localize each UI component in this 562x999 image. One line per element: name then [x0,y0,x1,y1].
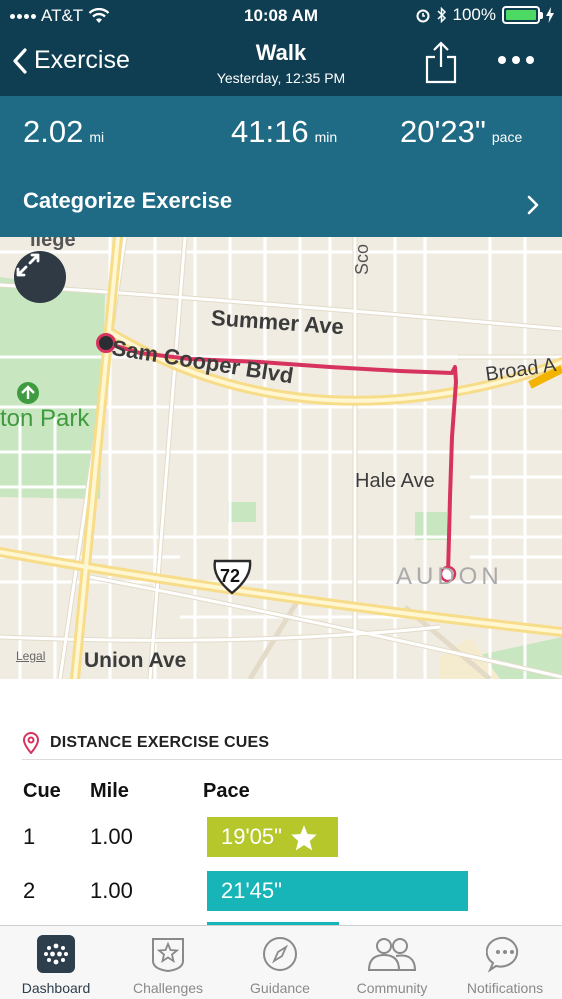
app-header: AT&T 10:08 AM 100% Exercise Walk Yesterd… [0,0,562,96]
community-icon [367,938,417,971]
page-subtitle: Yesterday, 12:35 PM [216,70,346,86]
map-label: Hale Ave [355,470,435,492]
map-label: AUDON [396,563,503,590]
cues-header: DISTANCE EXERCISE CUES [22,732,269,754]
tab-label: Community [356,980,428,996]
divider [22,759,562,760]
exercise-summary: 2.02 mi 41:16 min 20'23" pace Categorize… [0,96,562,237]
cue-number: 2 [23,878,36,903]
duration-stat: 41:16 min [231,114,337,150]
nav-bar: Exercise Walk Yesterday, 12:35 PM [0,34,562,94]
tab-label: Challenges [132,980,204,996]
tab-dashboard[interactable]: Dashboard [0,934,112,996]
compass-icon [263,937,297,971]
more-dot-icon [498,56,506,64]
tab-label: Guidance [250,980,310,996]
cues-title: DISTANCE EXERCISE CUES [50,734,270,751]
duration-value: 41:16 [231,114,309,149]
more-options-button[interactable] [498,56,534,64]
pace-value: 20'23" [400,114,486,149]
pace-unit: pace [491,129,523,145]
page-title: Walk [255,40,307,65]
battery-percent: 100% [452,5,496,24]
pace-value: 19'05" [221,824,282,849]
tab-notifications[interactable]: Notifications [449,934,561,996]
duration-unit: min [314,129,338,145]
tab-bar: Dashboard Challenges Guidance Community … [0,925,562,999]
categorize-exercise-row[interactable]: Categorize Exercise [0,172,562,232]
categorize-exercise-label: Categorize Exercise [23,188,233,213]
map-canvas [0,237,562,679]
battery-icon [502,6,543,24]
location-pin-icon [22,732,40,754]
tab-label: Dashboard [21,980,91,996]
share-icon [425,41,457,84]
column-header-pace: Pace [203,780,250,802]
pace-value: 21'45" [221,878,282,903]
cue-number: 1 [23,824,36,849]
route-map[interactable]: llege Summer Ave Sam Cooper Blvd Broad A… [0,237,562,679]
cue-mile: 1.00 [90,878,133,903]
map-label: Sco [352,243,372,275]
expand-icon [16,253,40,277]
tab-guidance[interactable]: Guidance [224,934,336,996]
column-header-cue: Cue [23,780,61,802]
cue-mile: 1.00 [90,824,133,849]
best-pace-star-icon [291,824,317,850]
distance-stat: 2.02 mi [23,114,104,150]
share-button[interactable] [424,40,458,89]
challenges-icon [152,938,184,973]
more-dot-icon [526,56,534,64]
status-bar: AT&T 10:08 AM 100% [0,0,562,32]
map-label: llege [30,237,76,251]
highway-number: 72 [220,566,241,586]
map-label: ton Park [0,405,90,432]
tab-label: Notifications [466,980,544,996]
distance-value: 2.02 [23,114,84,149]
expand-map-button[interactable] [14,251,66,303]
bluetooth-icon [436,7,446,23]
distance-unit: mi [89,129,105,145]
chevron-right-icon [527,195,539,215]
pace-stat: 20'23" pace [400,114,522,150]
map-label: Union Ave [84,649,187,672]
pace-bar: 19'05" [207,817,338,857]
tab-challenges[interactable]: Challenges [112,934,224,996]
pace-bar: 21'45" [207,871,468,911]
legal-link[interactable]: Legal [16,649,45,663]
more-dot-icon [512,56,520,64]
notifications-icon [486,936,519,973]
dashboard-icon [37,935,75,973]
alarm-icon [416,9,430,23]
tab-community[interactable]: Community [336,934,448,996]
charging-icon [546,7,554,23]
column-header-mile: Mile [90,780,129,802]
